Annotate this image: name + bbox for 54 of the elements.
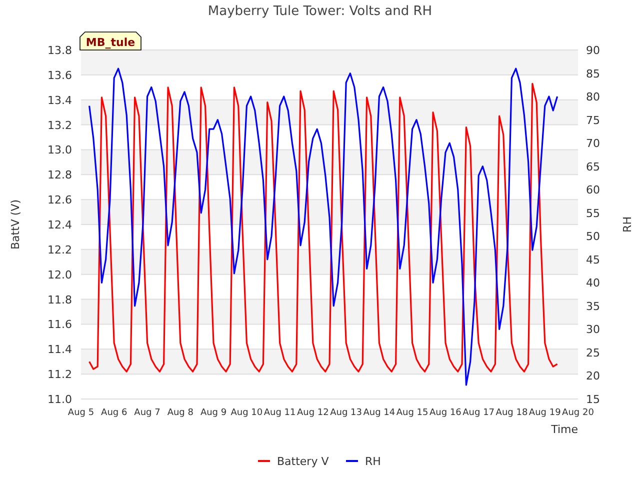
x-tick-label: Aug 8 xyxy=(167,408,194,418)
y2-tick-label: 70 xyxy=(586,137,600,150)
y-tick-label: 13.0 xyxy=(48,144,72,157)
x-tick-label: Aug 20 xyxy=(562,408,594,418)
x-tick-label: Aug 17 xyxy=(462,408,495,418)
y-tick-label: 11.4 xyxy=(48,343,72,356)
x-tick-label: Aug 9 xyxy=(200,408,227,418)
y-tick-label: 11.8 xyxy=(48,293,72,306)
y-tick-label: 11.0 xyxy=(48,393,72,406)
y2-tick-label: 90 xyxy=(586,44,600,57)
y2-tick-label: 55 xyxy=(586,206,600,220)
y2-tick-label: 50 xyxy=(586,230,600,244)
x-tick-label: Aug 10 xyxy=(230,408,263,418)
x-axis-title: Time xyxy=(551,423,578,436)
x-tick-label: Aug 18 xyxy=(496,408,528,418)
y-tick-label: 12.4 xyxy=(48,218,72,232)
x-tick-label: Aug 11 xyxy=(264,408,296,418)
y2-tick-label: 20 xyxy=(586,370,600,383)
y-axis-title: BattV (V) xyxy=(9,199,22,250)
x-tick-label: Aug 16 xyxy=(430,408,462,418)
x-tick-label: Aug 13 xyxy=(330,408,362,418)
chart-title: Mayberry Tule Tower: Volts and RH xyxy=(208,4,432,19)
y2-tick-label: 45 xyxy=(586,253,600,266)
y-tick-label: 12.0 xyxy=(48,268,72,282)
x-tick-label: Aug 19 xyxy=(528,408,561,418)
y2-tick-label: 35 xyxy=(586,300,600,313)
x-tick-label: Aug 14 xyxy=(363,408,396,418)
y2-tick-label: 85 xyxy=(586,67,600,80)
y-tick-label: 13.4 xyxy=(48,94,72,107)
y-tick-label: 13.8 xyxy=(48,44,72,57)
y-tick-label: 11.2 xyxy=(48,368,72,382)
y2-tick-label: 75 xyxy=(586,114,600,127)
legend-label: Battery V xyxy=(277,455,329,468)
y-tick-label: 12.8 xyxy=(48,168,72,182)
station-tag: MB_tule xyxy=(80,32,142,50)
y-tick-label: 13.2 xyxy=(48,118,72,132)
x-tick-label: Aug 15 xyxy=(396,408,428,418)
legend-label: RH xyxy=(365,455,381,468)
y-tick-label: 12.2 xyxy=(48,243,72,256)
x-tick-label: Aug 6 xyxy=(101,408,128,418)
y2-tick-label: 80 xyxy=(586,90,600,104)
y2-tick-label: 30 xyxy=(586,323,600,336)
x-tick-label: Aug 5 xyxy=(68,408,94,418)
y-tick-label: 12.6 xyxy=(48,194,72,207)
y2-tick-label: 15 xyxy=(586,393,600,406)
y2-tick-label: 60 xyxy=(586,184,600,197)
x-tick-label: Aug 7 xyxy=(134,408,160,418)
y-tick-label: 13.6 xyxy=(48,68,72,82)
y2-tick-label: 25 xyxy=(586,346,600,360)
x-tick-label: Aug 12 xyxy=(297,408,329,418)
y2-tick-label: 65 xyxy=(586,160,600,174)
y2-tick-label: 40 xyxy=(586,276,600,290)
y2-axis-title: RH xyxy=(621,216,634,232)
y-tick-label: 11.6 xyxy=(48,318,72,332)
